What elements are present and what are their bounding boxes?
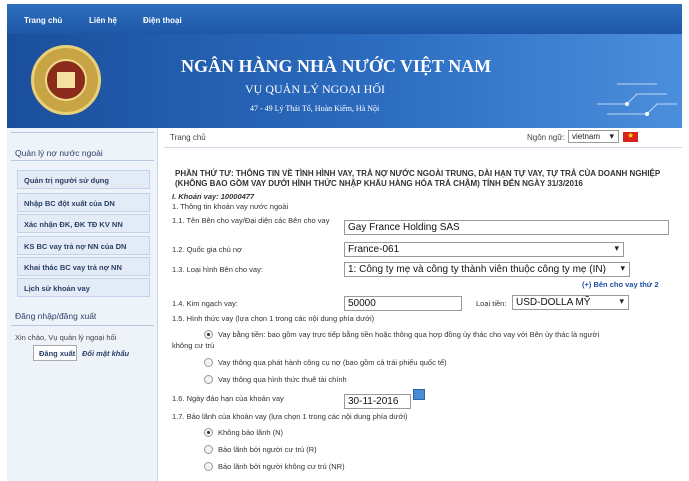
sidebar: Quản lý nợ nước ngoài Quản trị người sử … bbox=[7, 128, 158, 481]
currency-label: Loại tiền: bbox=[476, 299, 507, 308]
lender-type-label: 1.3. Loại hình Bên cho vay: bbox=[172, 265, 263, 274]
lender-name-input[interactable]: Gay France Holding SAS bbox=[344, 220, 669, 235]
loan-form-cash-radio[interactable] bbox=[204, 330, 213, 339]
change-password-link[interactable]: Đổi mật khẩu bbox=[82, 349, 129, 358]
add-second-lender-link[interactable]: (+) Bên cho vay thứ 2 bbox=[582, 280, 659, 289]
bank-title: NGÂN HÀNG NHÀ NƯỚC VIỆT NAM bbox=[181, 56, 492, 76]
loan-amount-label: 1.4. Kim ngạch vay: bbox=[172, 299, 238, 308]
guarantee-resident-radio[interactable] bbox=[204, 445, 213, 454]
maturity-date-label: 1.6. Ngày đáo hạn của khoản vay bbox=[172, 394, 284, 403]
creditor-country-label: 1.2. Quốc gia chủ nợ bbox=[172, 245, 242, 254]
language-label: Ngôn ngữ: bbox=[527, 133, 565, 142]
address-text: 47 - 49 Lý Thái Tổ, Hoàn Kiếm, Hà Nội bbox=[250, 104, 380, 113]
nav-contact-link[interactable]: Liên hệ bbox=[89, 16, 117, 25]
loan-form-lease-radio[interactable] bbox=[204, 375, 213, 384]
department-title: VỤ QUẢN LÝ NGOẠI HỐI bbox=[245, 82, 385, 96]
loan-form-bond-radio[interactable] bbox=[204, 358, 213, 367]
currency-select[interactable]: USD-DOLLA MỸ bbox=[512, 295, 629, 310]
lender-type-select[interactable]: 1: Công ty mẹ và công ty thành viên thuộ… bbox=[344, 262, 630, 277]
loan-form-bond-label: Vay thông qua phát hành công cụ nợ (bao … bbox=[218, 358, 447, 367]
sidebar-item-loan-history[interactable]: Lịch sử khoản vay bbox=[17, 278, 150, 297]
sidebar-section-debt: Quản lý nợ nước ngoài bbox=[15, 148, 103, 158]
breadcrumb[interactable]: Trang chủ bbox=[170, 133, 206, 142]
guarantee-resident-label: Bảo lãnh bởi người cư trú (R) bbox=[218, 445, 317, 454]
greeting-text: Xin chào, Vụ quản lý ngoại hối bbox=[15, 333, 117, 342]
loan-amount-input[interactable]: 50000 bbox=[344, 296, 462, 311]
bank-logo bbox=[31, 45, 101, 115]
loan-form-lease-label: Vay thông qua hình thức thuê tài chính bbox=[218, 375, 347, 384]
loan-form-cash-label-cont: không cư trú bbox=[172, 341, 215, 350]
sidebar-item-review-report[interactable]: KS BC vay trả nợ NN của DN bbox=[17, 236, 150, 255]
loan-id-label: I. Khoản vay: 10000477 bbox=[172, 192, 255, 201]
creditor-country-select[interactable]: France-061 bbox=[344, 242, 624, 257]
guarantee-label: 1.7. Bảo lãnh của khoản vay (lựa chọn 1 … bbox=[172, 412, 408, 421]
nav-home-link[interactable]: Trang chủ bbox=[24, 16, 62, 25]
guarantee-none-label: Không bảo lãnh (N) bbox=[218, 428, 284, 437]
circuit-decoration-icon bbox=[597, 83, 677, 116]
guarantee-nonresident-label: Bảo lãnh bởi người không cư trú (NR) bbox=[218, 462, 345, 471]
logout-button[interactable]: Đăng xuất bbox=[33, 345, 77, 361]
language-select[interactable]: vietnam bbox=[568, 130, 619, 143]
top-nav: Trang chủ Liên hệ Điện thoại bbox=[7, 4, 682, 34]
sidebar-item-ad-hoc-report[interactable]: Nhập BC đột xuất của DN bbox=[17, 193, 150, 212]
guarantee-none-radio[interactable] bbox=[204, 428, 213, 437]
sidebar-item-confirm-registration[interactable]: Xác nhận ĐK, ĐK TĐ KV NN bbox=[17, 214, 150, 233]
loan-form-cash-label: Vay bằng tiền: bao gồm vay trực tiếp bằn… bbox=[218, 330, 600, 339]
maturity-date-input[interactable]: 30-11-2016 bbox=[344, 394, 411, 409]
loan-form-label: 1.5. Hình thức vay (lựa chọn 1 trong các… bbox=[172, 314, 375, 323]
nav-phone-link[interactable]: Điện thoại bbox=[143, 16, 182, 25]
vietnam-flag-icon[interactable] bbox=[623, 131, 638, 142]
sidebar-item-report-mining[interactable]: Khai thác BC vay trả nợ NN bbox=[17, 257, 150, 276]
guarantee-nonresident-radio[interactable] bbox=[204, 462, 213, 471]
sidebar-section-login: Đăng nhập/đăng xuất bbox=[15, 311, 97, 321]
sidebar-item-user-admin[interactable]: Quản trị người sử dụng bbox=[17, 170, 150, 189]
page-heading: PHẦN THỨ TƯ: THÔNG TIN VỀ TÌNH HÌNH VAY,… bbox=[175, 169, 661, 188]
main-content: Trang chủ Ngôn ngữ: vietnam PHẦN THỨ TƯ:… bbox=[164, 128, 682, 481]
section-1-title: 1. Thông tin khoản vay nước ngoài bbox=[172, 202, 289, 211]
header-banner: NGÂN HÀNG NHÀ NƯỚC VIỆT NAM VỤ QUẢN LÝ N… bbox=[7, 34, 682, 128]
calendar-icon[interactable] bbox=[413, 389, 425, 400]
lender-name-label: 1.1. Tên Bên cho vay/Đại diện các Bên ch… bbox=[172, 216, 330, 225]
